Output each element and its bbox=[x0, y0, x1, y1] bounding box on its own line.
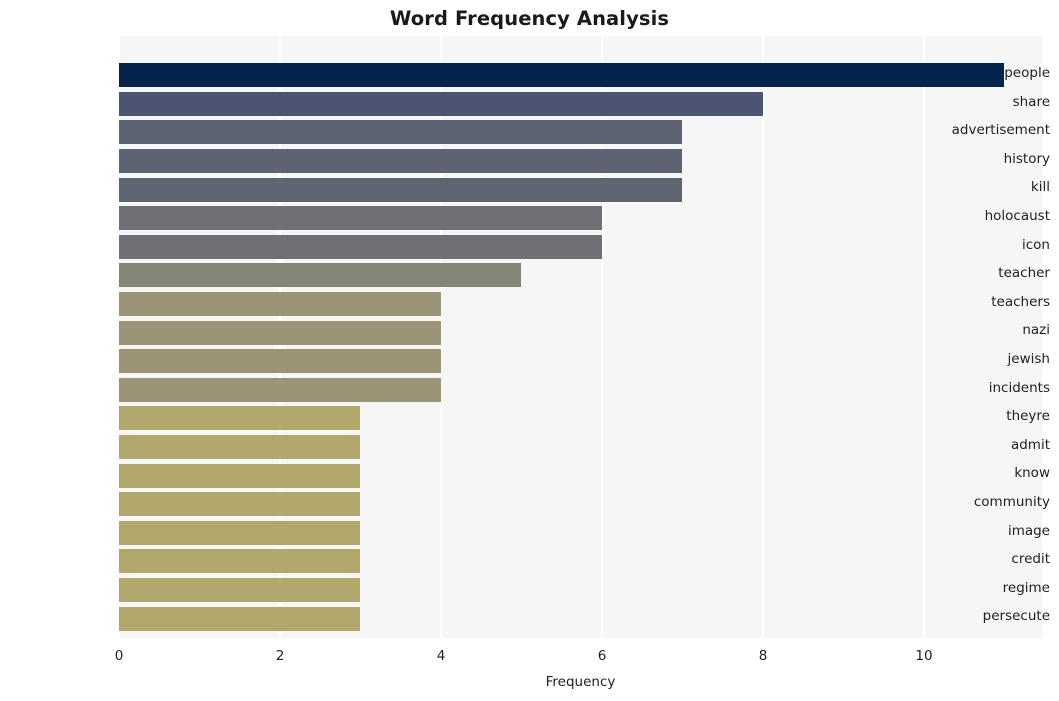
bar-theyre[interactable] bbox=[119, 406, 361, 431]
bar-community[interactable] bbox=[119, 492, 361, 517]
y-tick-label-incidents: incidents bbox=[988, 379, 1050, 396]
y-tick-label-jewish: jewish bbox=[1007, 351, 1050, 367]
bar-know[interactable] bbox=[119, 463, 361, 488]
bar-teacher[interactable] bbox=[119, 263, 522, 288]
y-tick-label-know: know bbox=[1014, 465, 1050, 482]
y-tick-label-image: image bbox=[1007, 522, 1050, 539]
y-tick-label-kill: kill bbox=[1030, 179, 1050, 196]
bar-regime[interactable] bbox=[119, 578, 361, 603]
y-tick-label-advertisement: advertisement bbox=[951, 122, 1050, 139]
x-axis-label: Frequency bbox=[545, 674, 616, 690]
y-tick-label-icon: icon bbox=[1022, 236, 1050, 253]
bar-history[interactable] bbox=[119, 149, 683, 174]
x-tick-label-6: 6 bbox=[597, 648, 607, 664]
y-tick-label-teacher: teacher bbox=[998, 265, 1050, 282]
y-tick-label-regime: regime bbox=[1002, 579, 1050, 596]
y-tick-label-holocaust: holocaust bbox=[984, 208, 1050, 224]
bar-advertisement[interactable] bbox=[119, 120, 683, 145]
y-tick-label-community: community bbox=[973, 494, 1050, 510]
y-tick-label-persecute: persecute bbox=[982, 608, 1050, 625]
bar-image[interactable] bbox=[119, 520, 361, 545]
bar-share[interactable] bbox=[119, 91, 763, 116]
bar-teachers[interactable] bbox=[119, 292, 441, 317]
chart-title: Word Frequency Analysis bbox=[389, 7, 670, 30]
x-tick-label-2: 2 bbox=[275, 648, 285, 664]
y-tick-label-share: share bbox=[1012, 93, 1050, 110]
y-tick-label-people: people bbox=[1004, 65, 1050, 81]
x-tick-label-10: 10 bbox=[915, 648, 933, 664]
bar-incidents[interactable] bbox=[119, 377, 441, 402]
bar-admit[interactable] bbox=[119, 435, 361, 460]
bar-kill[interactable] bbox=[119, 177, 683, 202]
y-tick-label-history: history bbox=[1003, 150, 1050, 167]
bar-nazi[interactable] bbox=[119, 320, 441, 345]
bar-holocaust[interactable] bbox=[119, 206, 602, 231]
bar-jewish[interactable] bbox=[119, 349, 441, 374]
y-tick-label-teachers: teachers bbox=[991, 293, 1050, 310]
y-tick-label-credit: credit bbox=[1011, 551, 1050, 568]
y-tick-label-theyre: theyre bbox=[1006, 408, 1050, 425]
bar-persecute[interactable] bbox=[119, 606, 361, 631]
x-tick-label-0: 0 bbox=[114, 648, 124, 664]
x-tick-label-8: 8 bbox=[758, 648, 768, 664]
y-tick-label-nazi: nazi bbox=[1022, 322, 1050, 339]
y-tick-label-admit: admit bbox=[1010, 436, 1050, 453]
x-tick-label-4: 4 bbox=[436, 648, 446, 664]
word-frequency-chart-figure: Word Frequency Analysis people share adver… bbox=[0, 0, 1059, 701]
bar-icon[interactable] bbox=[119, 234, 602, 259]
bar-credit[interactable] bbox=[119, 549, 361, 574]
